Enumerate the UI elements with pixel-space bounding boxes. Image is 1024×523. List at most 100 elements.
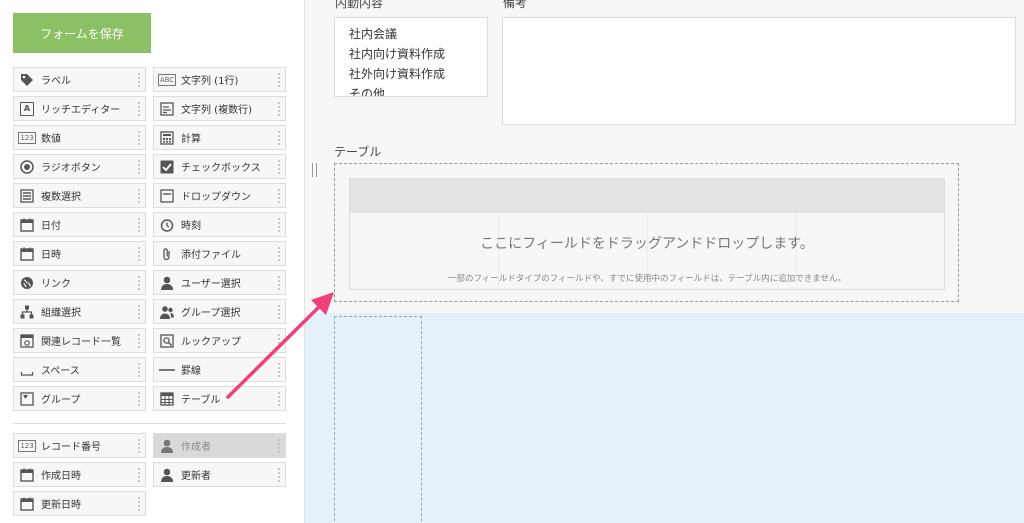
form-canvas: 内勤内容 備考 社内会議 社内向け資料作成 社外向け資料作成 その他 テーブル … [305, 0, 1024, 523]
drag-handle-icon[interactable] [277, 391, 282, 407]
drag-handle-icon[interactable] [137, 101, 142, 117]
space-icon [19, 362, 35, 378]
memo-textarea-field[interactable] [502, 17, 1016, 125]
drag-handle-icon[interactable] [137, 275, 142, 291]
record-number-icon: 123 [18, 439, 36, 452]
drag-handle-icon[interactable] [137, 188, 142, 204]
checklist-option: その他 [349, 87, 386, 97]
memo-field-label: 備考 [503, 0, 528, 10]
palette-item-updated-at[interactable]: 更新日時 [13, 491, 146, 516]
resize-handle-icon[interactable] [312, 163, 317, 177]
group-field-icon [19, 391, 35, 407]
palette-item-group[interactable]: グループ [13, 386, 146, 411]
palette-divider [13, 423, 286, 424]
related-records-icon [19, 333, 35, 349]
table-icon [159, 391, 175, 407]
drag-handle-icon[interactable] [137, 246, 142, 262]
drag-handle-icon[interactable] [137, 217, 142, 233]
drag-handle-icon[interactable] [277, 159, 282, 175]
checklist-option: 社内向け資料作成 [349, 47, 446, 61]
drag-handle-icon[interactable] [277, 101, 282, 117]
calendar-icon [19, 496, 35, 512]
user-icon [159, 438, 175, 454]
palette-item-space[interactable]: スペース [13, 357, 146, 382]
number-icon: 123 [18, 131, 36, 144]
palette-item-related-records[interactable]: 関連レコード一覧 [13, 328, 146, 353]
drag-handle-icon[interactable] [277, 304, 282, 320]
drag-handle-icon[interactable] [277, 362, 282, 378]
drag-handle-icon[interactable] [277, 217, 282, 233]
calendar-icon [19, 217, 35, 233]
palette-item-checkbox[interactable]: チェックボックス [153, 154, 286, 179]
table-field-label: テーブル [334, 145, 382, 159]
field-palette: フォームを保存 ラベル ABC 文字列 (1行) A リッチエディター 文字列 … [0, 0, 305, 523]
layout-drop-area[interactable] [305, 313, 1024, 523]
palette-item-table[interactable]: テーブル [153, 386, 286, 411]
palette-item-date[interactable]: 日付 [13, 212, 146, 237]
palette-item-record-number[interactable]: 123 レコード番号 [13, 433, 146, 458]
table-header-row [350, 179, 944, 213]
drag-handle-icon[interactable] [137, 391, 142, 407]
palette-item-creator: 作成者 [153, 433, 286, 458]
drag-handle-icon[interactable] [277, 188, 282, 204]
content-checklist-field[interactable]: 社内会議 社内向け資料作成 社外向け資料作成 その他 [334, 17, 488, 97]
palette-item-radio[interactable]: ラジオボタン [13, 154, 146, 179]
palette-item-text-multi[interactable]: 文字列 (複数行) [153, 96, 286, 121]
globe-icon [19, 275, 35, 291]
drag-handle-icon[interactable] [137, 496, 142, 512]
org-icon [19, 304, 35, 320]
lookup-icon [159, 333, 175, 349]
calculator-icon [159, 130, 175, 146]
clock-icon [159, 217, 175, 233]
drag-handle-icon[interactable] [137, 304, 142, 320]
palette-item-org-select[interactable]: 組織選択 [13, 299, 146, 324]
drag-handle-icon[interactable] [137, 362, 142, 378]
drag-handle-icon[interactable] [137, 130, 142, 146]
drag-handle-icon[interactable] [137, 467, 142, 483]
palette-item-number[interactable]: 123 数値 [13, 125, 146, 150]
palette-item-time[interactable]: 時刻 [153, 212, 286, 237]
checklist-option: 社内会議 [349, 27, 398, 41]
palette-item-label[interactable]: ラベル [13, 67, 146, 92]
line-icon [159, 362, 175, 378]
drag-handle-icon[interactable] [277, 333, 282, 349]
drag-handle-icon[interactable] [137, 438, 142, 454]
palette-item-attachment[interactable]: 添付ファイル [153, 241, 286, 266]
palette-item-link[interactable]: リンク [13, 270, 146, 295]
calendar-icon [19, 467, 35, 483]
palette-item-multi-select[interactable]: 複数選択 [13, 183, 146, 208]
drag-handle-icon[interactable] [277, 246, 282, 262]
drag-handle-icon[interactable] [137, 333, 142, 349]
checklist-option: 社外向け資料作成 [349, 67, 446, 81]
user-icon [159, 467, 175, 483]
palette-item-created-at[interactable]: 作成日時 [13, 462, 146, 487]
drag-handle-icon[interactable] [277, 467, 282, 483]
content-field-label: 内勤内容 [335, 0, 384, 10]
drag-handle-icon[interactable] [277, 275, 282, 291]
user-icon [159, 275, 175, 291]
tag-icon [19, 72, 35, 88]
palette-item-text-single[interactable]: ABC 文字列 (1行) [153, 67, 286, 92]
palette-item-dropdown[interactable]: ドロップダウン [153, 183, 286, 208]
palette-item-user-select[interactable]: ユーザー選択 [153, 270, 286, 295]
dropdown-icon [159, 188, 175, 204]
palette-item-updater[interactable]: 更新者 [153, 462, 286, 487]
datetime-icon [19, 246, 35, 262]
palette-item-calc[interactable]: 計算 [153, 125, 286, 150]
drag-handle-icon[interactable] [277, 130, 282, 146]
table-drop-zone[interactable]: ここにフィールドをドラッグアンドドロップします。 一部のフィールドタイプのフィー… [334, 163, 959, 302]
drag-handle-icon[interactable] [277, 72, 282, 88]
palette-item-lookup[interactable]: ルックアップ [153, 328, 286, 353]
drag-handle-icon[interactable] [137, 72, 142, 88]
paperclip-icon [159, 246, 175, 262]
palette-item-rich-editor[interactable]: A リッチエディター [13, 96, 146, 121]
palette-item-datetime[interactable]: 日時 [13, 241, 146, 266]
palette-item-line[interactable]: 罫線 [153, 357, 286, 382]
save-form-button[interactable]: フォームを保存 [13, 13, 151, 53]
palette-item-group-select[interactable]: グループ選択 [153, 299, 286, 324]
field-placeholder-slot[interactable] [334, 316, 422, 523]
rich-editor-icon: A [19, 101, 35, 117]
drag-handle-icon[interactable] [137, 159, 142, 175]
multi-select-icon [19, 188, 35, 204]
checkbox-icon [159, 159, 175, 175]
